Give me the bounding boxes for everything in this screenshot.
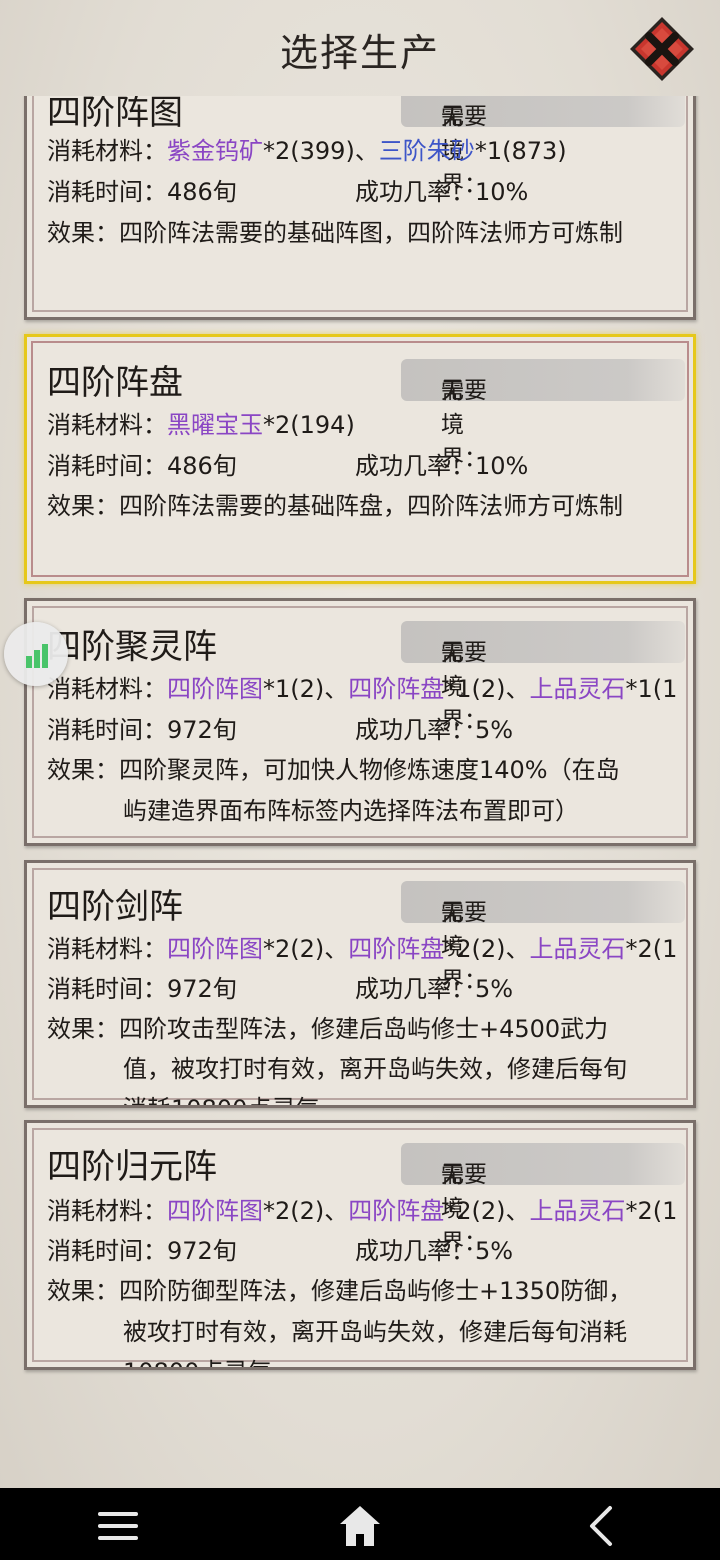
recipe-name: 四阶聚灵阵 <box>47 627 217 667</box>
effect-line-2: 被攻打时有效，离开岛屿失效，修建后每旬消耗 <box>123 1318 627 1346</box>
effect-line: 效果：四阶攻击型阵法，修建后岛屿修士+4500武力 <box>47 1015 609 1043</box>
recipe-name: 四阶剑阵 <box>47 887 183 927</box>
prob-line: 成功几率：5% <box>355 716 514 744</box>
materials-line: 消耗材料：紫金钨矿*2(399)、三阶朱砂*1(873) <box>47 137 567 165</box>
recipe-card-4-julingzhen[interactable]: 四阶聚灵阵 需要境界：无 消耗材料：四阶阵图*1(2)、四阶阵盘*1(2)、上品… <box>24 598 696 846</box>
home-button[interactable] <box>336 1502 384 1550</box>
effect-line-2: 屿建造界面布阵标签内选择阵法布置即可） <box>123 797 579 825</box>
recipe-list[interactable]: 四阶阵图 需要境界：无 消耗材料：紫金钨矿*2(399)、三阶朱砂*1(873)… <box>0 96 720 1380</box>
realm-badge: 需要境界：无 <box>401 96 685 198</box>
back-icon <box>590 1506 612 1546</box>
prob-line: 成功几率：5% <box>355 1237 514 1265</box>
time-line: 消耗时间：972旬 <box>47 975 237 1003</box>
time-line: 消耗时间：972旬 <box>47 1237 237 1265</box>
menu-button[interactable] <box>94 1502 142 1550</box>
effect-line-2: 值，被攻打时有效，离开岛屿失效，修建后每旬 <box>123 1055 627 1083</box>
time-line: 消耗时间：972旬 <box>47 716 237 744</box>
recipe-name: 四阶阵盘 <box>47 363 183 403</box>
effect-line: 效果：四阶阵法需要的基础阵图，四阶阵法师方可炼制 <box>47 219 623 247</box>
system-navigation-bar <box>0 1488 720 1560</box>
time-line: 消耗时间：486旬 <box>47 452 237 480</box>
recipe-card-4-jietu[interactable]: 四阶阵图 需要境界：无 消耗材料：紫金钨矿*2(399)、三阶朱砂*1(873)… <box>24 96 696 320</box>
recipe-card-4-jianzhen[interactable]: 四阶剑阵 需要境界：无 消耗材料：四阶阵图*2(2)、四阶阵盘*2(2)、上品灵… <box>24 860 696 1108</box>
recipe-name: 四阶阵图 <box>47 96 183 133</box>
realm-badge: 需要境界：无 <box>401 621 685 734</box>
materials-line: 消耗材料：四阶阵图*2(2)、四阶阵盘*2(2)、上品灵石*2(1 <box>47 1197 678 1225</box>
materials-line: 消耗材料：四阶阵图*1(2)、四阶阵盘*1(2)、上品灵石*1(1 <box>47 675 678 703</box>
close-x-icon <box>630 17 694 81</box>
time-line: 消耗时间：486旬 <box>47 178 237 206</box>
effect-line-3: 消耗10800点灵气 <box>123 1089 319 1105</box>
close-button[interactable] <box>627 14 697 84</box>
home-icon <box>340 1506 380 1546</box>
effect-line: 效果：四阶聚灵阵，可加快人物修炼速度140%（在岛 <box>47 756 620 784</box>
effect-line: 效果：四阶防御型阵法，修建后岛屿修士+1350防御， <box>47 1277 633 1305</box>
materials-line: 消耗材料：黑曜宝玉*2(194) <box>47 411 355 439</box>
prob-line: 成功几率：10% <box>355 178 529 206</box>
menu-icon <box>98 1512 138 1540</box>
floating-widget-button[interactable] <box>4 622 68 686</box>
realm-badge: 需要境界：无 <box>401 1143 685 1256</box>
prob-line: 成功几率：5% <box>355 975 514 1003</box>
effect-line: 效果：四阶阵法需要的基础阵盘，四阶阵法师方可炼制 <box>47 492 623 520</box>
effect-line-3: 10800点灵气 <box>123 1352 271 1367</box>
materials-line: 消耗材料：四阶阵图*2(2)、四阶阵盘*2(2)、上品灵石*2(1 <box>47 935 678 963</box>
recipe-card-4-jiepan[interactable]: 四阶阵盘 需要境界：无 消耗材料：黑曜宝玉*2(194) 消耗时间：486旬 成… <box>24 334 696 584</box>
prob-line: 成功几率：10% <box>355 452 529 480</box>
recipe-name: 四阶归元阵 <box>47 1147 217 1187</box>
signal-bars-icon <box>26 644 48 668</box>
page-title: 选择生产 <box>279 31 440 75</box>
back-button[interactable] <box>578 1502 626 1550</box>
recipe-card-4-guiyuanzhen[interactable]: 四阶归元阵 需要境界：无 消耗材料：四阶阵图*2(2)、四阶阵盘*2(2)、上品… <box>24 1120 696 1370</box>
realm-badge: 需要境界：无 <box>401 359 685 472</box>
realm-badge: 需要境界：无 <box>401 881 685 994</box>
